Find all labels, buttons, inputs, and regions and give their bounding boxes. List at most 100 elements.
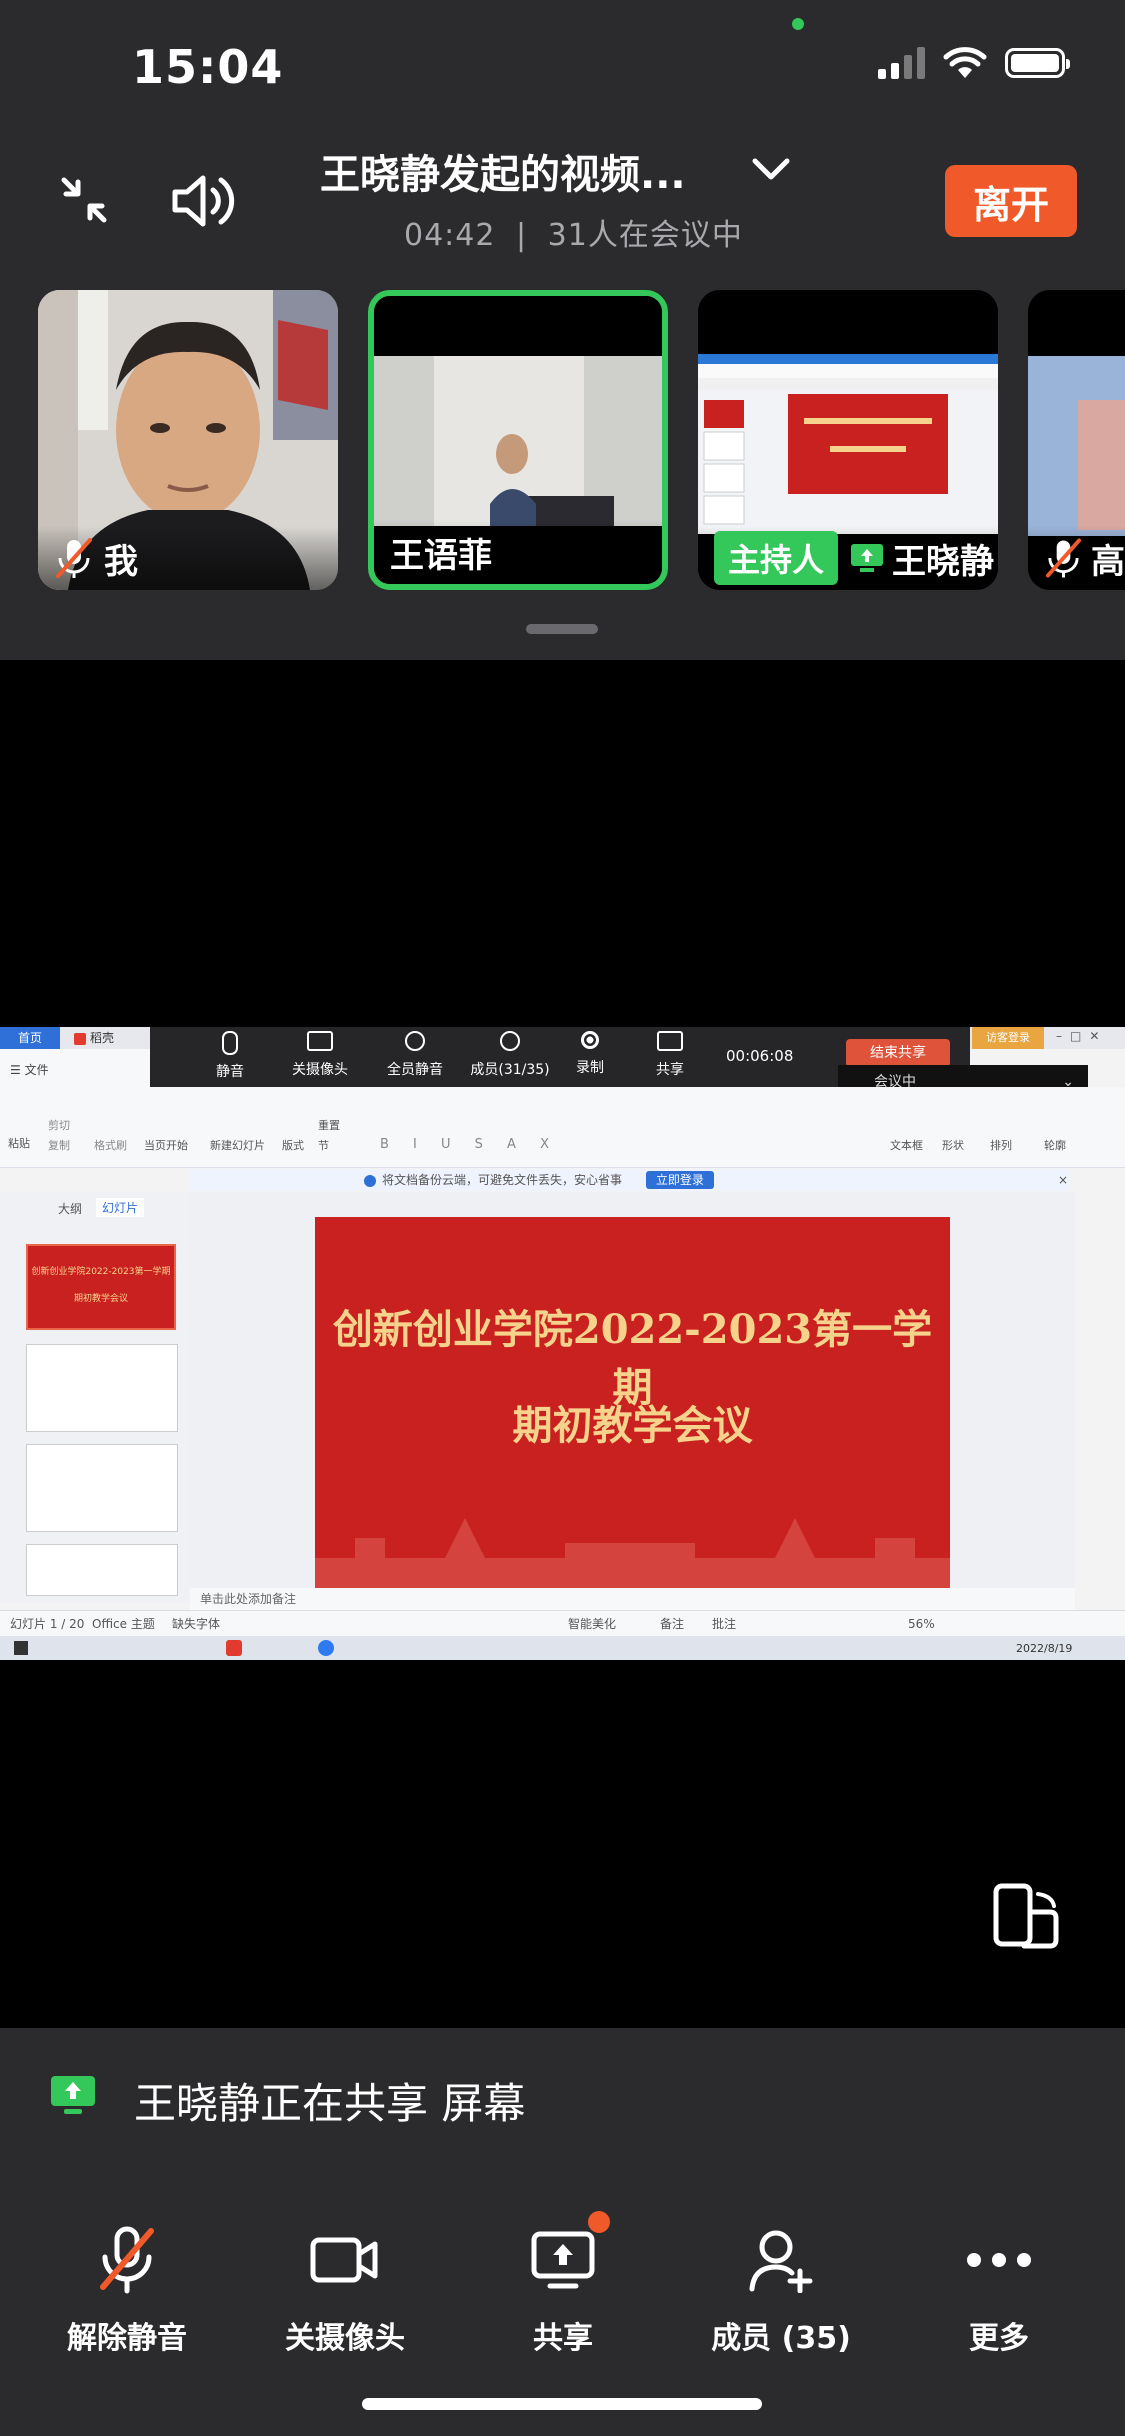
file-menu[interactable]: ☰ 文件 — [10, 1061, 49, 1078]
notes-placeholder: 单击此处添加备注 — [200, 1592, 297, 1606]
ribbon-new-slide[interactable]: 新建幻灯片 — [210, 1137, 265, 1153]
slide-thumbnail-1[interactable]: 创新创业学院2022-2023第一学期 期初教学会议 — [26, 1244, 176, 1330]
float-mute-all-button[interactable]: 全员静音 — [370, 1031, 460, 1079]
meeting-duration: 04:42 — [404, 218, 496, 253]
ribbon-menu-row: ☰ 文件 — [0, 1049, 150, 1087]
share-label: 共享 — [533, 2321, 593, 2356]
panel-tab-slides[interactable]: 幻灯片 — [96, 1198, 145, 1217]
guest-login-button[interactable]: 访客登录 — [972, 1027, 1044, 1049]
slide-thumbnail-4[interactable] — [26, 1544, 178, 1596]
camera-off-button[interactable]: 关摄像头 — [260, 2225, 430, 2357]
campus-skyline-decoration — [315, 1518, 950, 1588]
share-button[interactable]: 共享 — [478, 2211, 648, 2357]
ribbon-arrange[interactable]: 排列 — [990, 1137, 1012, 1153]
float-share-button[interactable]: 共享 — [640, 1031, 700, 1079]
meeting-taskbar-icon[interactable] — [318, 1640, 334, 1656]
members-label: 成员 (35) — [711, 2321, 851, 2356]
mic-muted-icon — [56, 538, 92, 578]
ribbon-reset[interactable]: 重置 — [318, 1117, 340, 1133]
participant-label-me: 我 — [38, 526, 338, 590]
ribbon-textbox[interactable]: 文本框 — [890, 1137, 923, 1153]
panel-tab-outline[interactable]: 大纲 — [58, 1200, 82, 1217]
cloud-login-button[interactable]: 立即登录 — [645, 1171, 714, 1189]
user-icon — [500, 1031, 520, 1051]
float-record-label: 录制 — [576, 1060, 604, 1076]
ribbon-shape[interactable]: 形状 — [942, 1137, 964, 1153]
more-label: 更多 — [969, 2321, 1029, 2356]
speaker-icon[interactable] — [168, 168, 240, 234]
windows-start-icon[interactable] — [14, 1641, 28, 1655]
shared-screen[interactable]: 首页 稻壳 静音 关摄像头 全员静音 成员(31/35) 录制 共享 00:06… — [0, 1027, 1125, 1660]
members-button[interactable]: 成员 (35) — [696, 2225, 866, 2357]
camera-icon — [310, 2237, 378, 2283]
camera-icon — [307, 1031, 333, 1051]
zoom-level[interactable]: 56% — [908, 1611, 935, 1637]
meeting-subtitle: 04:42 | 31人在会议中 — [404, 210, 743, 254]
leave-button[interactable]: 离开 — [945, 165, 1077, 237]
camera-in-use-indicator — [792, 18, 804, 30]
screen-share-icon — [851, 544, 884, 572]
participant-label-active: 王语菲 — [374, 520, 662, 584]
slide-title-line2: 期初教学会议 — [512, 1402, 753, 1449]
docer-icon — [74, 1032, 86, 1045]
slide-thumbnail-2[interactable] — [26, 1344, 178, 1432]
float-mute-label: 静音 — [216, 1064, 244, 1080]
cloud-notice-text: 将文档备份云端，可避免文件丢失，安心省事 — [382, 1173, 623, 1187]
participant-tile-host[interactable]: 主持人 王晓静 — [698, 290, 998, 590]
participant-tile-partial[interactable]: 高 — [1028, 290, 1125, 590]
ribbon-paste[interactable]: 粘贴 — [8, 1135, 30, 1151]
share-screen-icon — [657, 1031, 683, 1051]
cloud-notice-bar: 将文档备份云端，可避免文件丢失，安心省事 立即登录 × — [190, 1169, 1070, 1191]
wifi-icon — [943, 47, 987, 78]
ribbon-cut[interactable]: 剪切 — [48, 1117, 70, 1133]
ribbon-format-painter[interactable]: 格式刷 — [94, 1137, 127, 1153]
drag-handle[interactable] — [526, 624, 598, 634]
participant-tile-me[interactable]: 我 — [38, 290, 338, 590]
float-members-button[interactable]: 成员(31/35) — [460, 1031, 560, 1079]
float-share-label: 共享 — [656, 1062, 684, 1078]
unmute-button[interactable]: 解除静音 — [42, 2225, 212, 2357]
end-share-button[interactable]: 结束共享 — [846, 1039, 950, 1067]
chevron-down-icon[interactable] — [748, 150, 794, 190]
more-icon — [967, 2253, 1031, 2267]
app-tab-docer[interactable]: 稻壳 — [66, 1027, 146, 1049]
sharing-message: 王晓静正在共享 屏幕 — [134, 2079, 526, 2128]
ribbon-play-current[interactable]: 当页开始 — [144, 1137, 188, 1153]
notes-bar[interactable]: 单击此处添加备注 — [190, 1588, 1075, 1610]
main-slide[interactable]: 创新创业学院2022-2023第一学期 期初教学会议 — [315, 1217, 950, 1588]
smart-beautify[interactable]: 智能美化 — [568, 1611, 616, 1637]
app-tab-home[interactable]: 首页 — [0, 1027, 60, 1049]
battery-icon — [1005, 48, 1070, 78]
float-members-label: 成员(31/35) — [470, 1062, 550, 1078]
ribbon-copy[interactable]: 复制 — [48, 1137, 70, 1153]
missing-font[interactable]: 缺失字体 — [172, 1611, 220, 1637]
window-controls[interactable]: –□✕ — [1056, 1029, 1107, 1043]
ribbon-font-tools[interactable]: B I U S A X — [380, 1137, 559, 1152]
comments-toggle[interactable]: 批注 — [712, 1611, 736, 1637]
participant-tile-active[interactable]: 王语菲 — [368, 290, 668, 590]
float-record-button[interactable]: 录制 — [560, 1031, 620, 1077]
ribbon-layout[interactable]: 版式 — [282, 1137, 304, 1153]
slide-thumbnail-3[interactable] — [26, 1444, 178, 1532]
float-camera-button[interactable]: 关摄像头 — [280, 1031, 360, 1079]
meeting-title[interactable]: 王晓静发起的视频... — [320, 142, 686, 200]
notes-toggle[interactable]: 备注 — [660, 1611, 684, 1637]
app-tab-docer-label: 稻壳 — [90, 1031, 115, 1045]
ribbon-section[interactable]: 节 — [318, 1137, 329, 1153]
rotate-screen-icon[interactable] — [990, 1882, 1062, 1956]
more-button[interactable]: 更多 — [914, 2225, 1084, 2357]
close-icon[interactable]: × — [1058, 1169, 1068, 1191]
float-mute-button[interactable]: 静音 — [200, 1031, 260, 1081]
thumb1-title-line1: 创新创业学院2022-2023第一学期 — [31, 1267, 171, 1277]
notification-dot — [588, 2211, 610, 2233]
taskbar-date: 2022/8/19 — [1016, 1642, 1073, 1655]
ribbon-outline[interactable]: 轮廓 — [1044, 1137, 1066, 1153]
wps-taskbar-icon[interactable] — [226, 1640, 242, 1656]
thumb1-title-line2: 期初教学会议 — [73, 1294, 128, 1304]
participant-name: 高 — [1091, 541, 1125, 582]
record-icon — [581, 1031, 599, 1049]
minimize-icon[interactable] — [54, 170, 114, 230]
status-time: 15:04 — [132, 40, 284, 94]
cellular-signal-icon — [878, 47, 925, 79]
home-indicator[interactable] — [362, 2398, 762, 2410]
